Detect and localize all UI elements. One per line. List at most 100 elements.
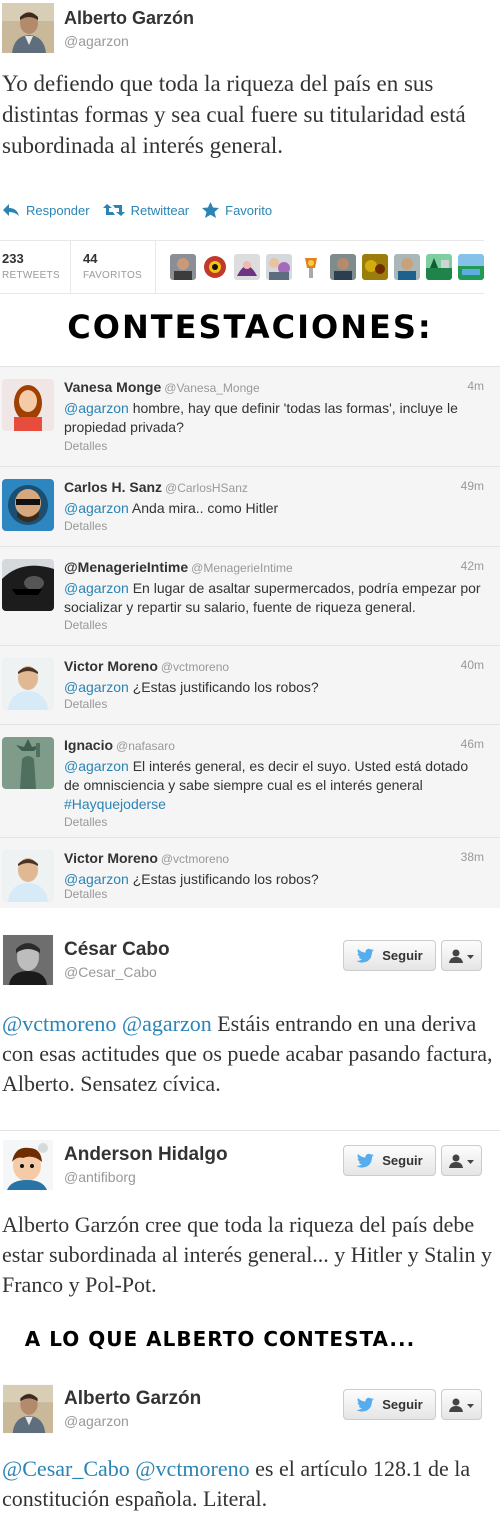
answer-banner: A LO QUE ALBERTO CONTESTA... — [24, 1327, 416, 1351]
avatar[interactable] — [2, 3, 54, 53]
reply-author-name[interactable]: Vanesa Monge — [64, 379, 161, 395]
favoriter-avatar[interactable] — [298, 254, 324, 280]
favorite-button[interactable]: Favorito — [202, 202, 272, 218]
mention-link[interactable]: @agarzon — [64, 758, 129, 774]
mention-links[interactable]: @Cesar_Cabo @vctmoreno — [2, 1456, 250, 1481]
favoriter-avatar[interactable] — [170, 254, 196, 280]
user-actions-button[interactable] — [441, 1389, 482, 1420]
reply-author-name[interactable]: @MenagerieIntime — [64, 559, 188, 575]
mention-links[interactable]: @vctmoreno @agarzon — [2, 1011, 212, 1036]
reply-header: Carlos H. Sanz @CarlosHSanz — [64, 479, 248, 495]
follow-button[interactable]: Seguir — [343, 1145, 436, 1176]
favorites-stat[interactable]: 44 FAVORITOS — [83, 251, 142, 281]
avatar[interactable] — [2, 658, 54, 710]
reply-body: ¿Estas justificando los robos? — [128, 871, 319, 887]
details-link[interactable]: Detalles — [64, 439, 107, 453]
mention-link[interactable]: @agarzon — [64, 679, 129, 695]
details-link[interactable]: Detalles — [64, 815, 107, 829]
avatar[interactable] — [2, 559, 54, 611]
reply-author-handle[interactable]: @vctmoreno — [161, 660, 229, 674]
avatar[interactable] — [2, 850, 54, 902]
favorite-label: Favorito — [225, 202, 273, 218]
hashtag-link[interactable]: #Hayquejoderse — [64, 796, 166, 812]
reply-text: @agarzon ¿Estas justificando los robos? — [64, 678, 484, 697]
main-tweet: Alberto Garzón @agarzon Yo defiendo que … — [0, 0, 500, 300]
reply-time[interactable]: 4m — [467, 379, 484, 393]
avatar[interactable] — [3, 1140, 53, 1190]
avatar[interactable] — [2, 737, 54, 789]
reply-item[interactable]: Victor Moreno @vctmoreno 40m @agarzon ¿Es… — [0, 645, 500, 724]
reply-author-name[interactable]: Victor Moreno — [64, 658, 158, 674]
favoriter-avatar[interactable] — [202, 254, 228, 280]
author-name[interactable]: Anderson Hidalgo — [64, 1144, 228, 1166]
author-name[interactable]: César Cabo — [64, 939, 170, 961]
avatar[interactable] — [3, 1384, 53, 1434]
follow-button[interactable]: Seguir — [343, 1389, 436, 1420]
retweets-label: RETWEETS — [2, 270, 60, 281]
reply-author-handle[interactable]: @CarlosHSanz — [165, 481, 248, 495]
follow-label: Seguir — [382, 1153, 423, 1168]
reply-author-handle[interactable]: @MenagerieIntime — [191, 561, 293, 575]
favoriter-avatar[interactable] — [394, 254, 420, 280]
favoriter-avatar[interactable] — [266, 254, 292, 280]
reply-time[interactable]: 40m — [461, 658, 484, 672]
author-handle[interactable]: @agarzon — [64, 33, 129, 49]
author-handle[interactable]: @agarzon — [64, 1413, 129, 1429]
details-link[interactable]: Detalles — [64, 697, 107, 711]
stat-divider — [70, 241, 71, 293]
tweet-card: Alberto Garzón @agarzon Seguir @Cesar_Ca… — [0, 1374, 500, 1522]
author-handle[interactable]: @Cesar_Cabo — [64, 964, 157, 980]
author-name[interactable]: Alberto Garzón — [64, 1388, 201, 1410]
avatar[interactable] — [2, 379, 54, 431]
retweets-stat[interactable]: 233 RETWEETS — [2, 251, 60, 281]
avatar[interactable] — [2, 479, 54, 531]
reply-item[interactable]: @MenagerieIntime @MenagerieIntime 42m @ag… — [0, 546, 500, 645]
reply-author-name[interactable]: Ignacio — [64, 737, 113, 753]
user-dropdown-icon — [448, 1398, 474, 1412]
reply-author-name[interactable]: Carlos H. Sanz — [64, 479, 162, 495]
replies-list: Vanesa Monge @Vanesa_Monge 4m @agarzon ho… — [0, 366, 500, 908]
reply-item[interactable]: Ignacio @nafasaro 46m @agarzon El interés… — [0, 724, 500, 837]
reply-header: Ignacio @nafasaro — [64, 737, 175, 753]
user-dropdown-icon — [448, 1154, 474, 1168]
reply-item[interactable]: Victor Moreno @vctmoreno 38m @agarzon ¿Es… — [0, 837, 500, 908]
mention-link[interactable]: @agarzon — [64, 400, 129, 416]
reply-item[interactable]: Vanesa Monge @Vanesa_Monge 4m @agarzon ho… — [0, 366, 500, 466]
favoriter-avatar[interactable] — [234, 254, 260, 280]
reply-item[interactable]: Carlos H. Sanz @CarlosHSanz 49m @agarzon … — [0, 466, 500, 546]
replies-banner: CONTESTACIONES: — [67, 308, 433, 346]
mention-link[interactable]: @agarzon — [64, 500, 129, 516]
reply-time[interactable]: 38m — [461, 850, 484, 864]
favoriter-avatar[interactable] — [458, 254, 484, 280]
user-actions-button[interactable] — [441, 1145, 482, 1176]
reply-author-handle[interactable]: @nafasaro — [116, 739, 175, 753]
mention-link[interactable]: @agarzon — [64, 871, 129, 887]
reply-button[interactable]: Responder — [2, 203, 90, 218]
retweet-icon — [102, 204, 125, 216]
retweet-button[interactable]: Retwittear — [102, 203, 189, 218]
reply-time[interactable]: 42m — [461, 559, 484, 573]
avatar[interactable] — [3, 935, 53, 985]
reply-author-name[interactable]: Victor Moreno — [64, 850, 158, 866]
stat-divider — [155, 241, 156, 293]
reply-time[interactable]: 49m — [461, 479, 484, 493]
reply-author-handle[interactable]: @Vanesa_Monge — [164, 381, 259, 395]
author-handle[interactable]: @antifiborg — [64, 1169, 136, 1185]
details-link[interactable]: Detalles — [64, 887, 107, 901]
mention-link[interactable]: @agarzon — [64, 580, 129, 596]
reply-time[interactable]: 46m — [461, 737, 484, 751]
reply-text: @agarzon El interés general, es decir el… — [64, 757, 484, 814]
follow-label: Seguir — [382, 1397, 423, 1412]
tweet-text: @vctmoreno @agarzon Estáis entrando en u… — [2, 1009, 496, 1099]
favorites-label: FAVORITOS — [83, 270, 143, 281]
details-link[interactable]: Detalles — [64, 618, 107, 632]
author-name[interactable]: Alberto Garzón — [64, 8, 194, 29]
favoriter-avatar[interactable] — [426, 254, 452, 280]
details-link[interactable]: Detalles — [64, 519, 107, 533]
favoriter-avatar[interactable] — [330, 254, 356, 280]
follow-button[interactable]: Seguir — [343, 940, 436, 971]
reply-author-handle[interactable]: @vctmoreno — [161, 852, 229, 866]
favoriter-avatar[interactable] — [362, 254, 388, 280]
reply-text: @agarzon ¿Estas justificando los robos? — [64, 870, 484, 889]
user-actions-button[interactable] — [441, 940, 482, 971]
